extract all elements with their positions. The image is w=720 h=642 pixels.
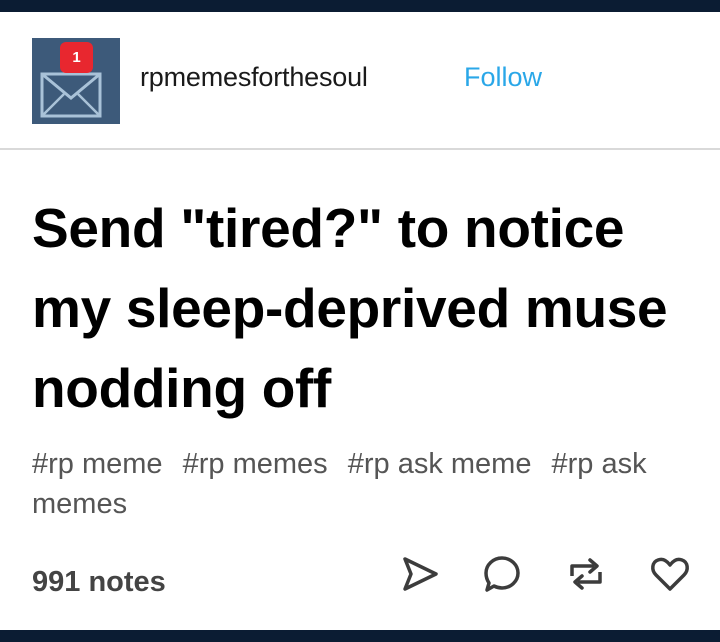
comment-button[interactable] [480,552,524,596]
reblog-button[interactable] [564,552,608,596]
tag-list: #rp meme #rp memes #rp ask meme #rp ask … [32,444,692,524]
tag-link[interactable]: #rp ask meme [348,448,532,480]
post-title: Send "tired?" to notice my sleep-deprive… [32,197,668,419]
username-link[interactable]: rpmemesforthesoul [140,62,368,93]
post-footer: 991 notes [0,552,720,616]
tag-link[interactable]: #rp memes [183,448,328,480]
comment-icon [484,556,520,592]
top-frame-bar [0,0,720,12]
tag-link[interactable]: #rp meme [32,448,163,480]
post-header: 1 rpmemesforthesoul Follow [0,12,720,148]
follow-button[interactable]: Follow [464,62,542,93]
like-button[interactable] [648,552,692,596]
notes-count[interactable]: 991 notes [32,566,166,599]
header-divider [0,148,720,150]
notification-badge: 1 [60,42,93,73]
avatar[interactable]: 1 [32,38,120,124]
share-button[interactable] [398,552,442,596]
heart-icon [651,557,689,591]
reblog-icon [570,558,602,590]
bottom-frame-bar [0,630,720,642]
share-icon [403,557,438,591]
